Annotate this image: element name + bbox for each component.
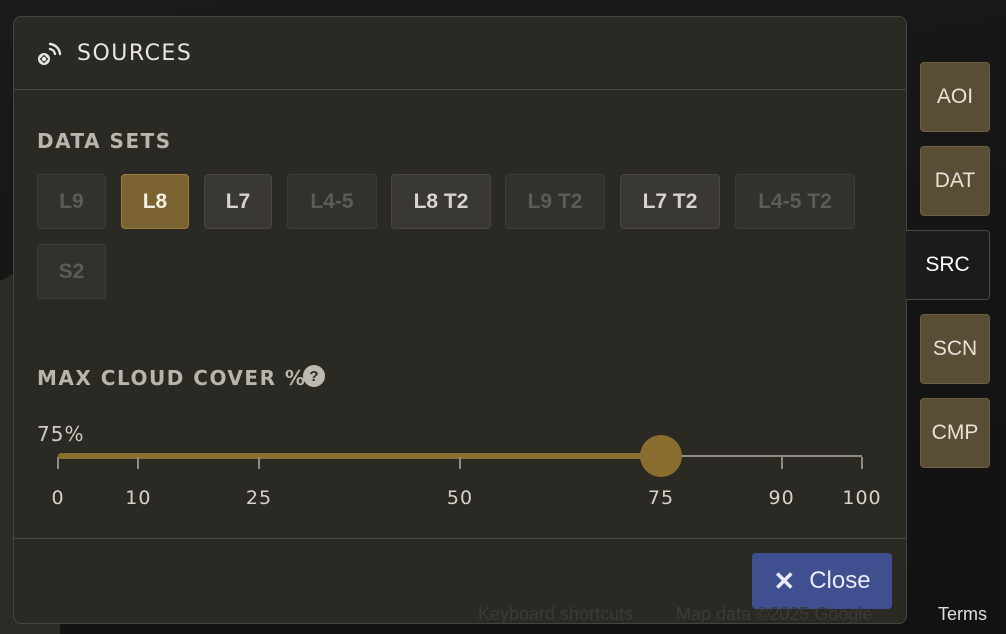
slider-handle[interactable] <box>640 435 682 477</box>
dataset-button-l9-t2[interactable]: L9 T2 <box>505 174 605 229</box>
dataset-button-l8-t2[interactable]: L8 T2 <box>391 174 491 229</box>
side-tab-cmp[interactable]: CMP <box>920 398 990 468</box>
sources-panel: SOURCES DATA SETS L9 L8 L7 L4-5 L8 T2 L9 T2 L7… <box>13 16 907 624</box>
satellite-icon <box>38 42 62 65</box>
panel-header: SOURCES <box>14 17 906 90</box>
slider-tick-label: 100 <box>842 487 882 509</box>
slider-tick <box>459 457 461 469</box>
map-data-attribution: Map data ©2025 Google <box>676 604 873 624</box>
slider-tick-label: 0 <box>51 487 65 509</box>
slider-fill <box>58 453 661 459</box>
terms-link[interactable]: Terms <box>938 604 987 630</box>
slider-tick-label: 10 <box>125 487 152 509</box>
dataset-button-l4-5[interactable]: L4-5 <box>287 174 377 229</box>
slider-tick-label: 75 <box>647 487 675 509</box>
dataset-button-s2[interactable]: S2 <box>37 244 106 299</box>
dataset-button-l8[interactable]: L8 <box>121 174 189 229</box>
side-tab-src[interactable]: SRC <box>906 230 990 300</box>
dataset-button-l4-5-t2[interactable]: L4-5 T2 <box>735 174 855 229</box>
slider-tick <box>258 457 260 469</box>
dataset-button-l7[interactable]: L7 <box>204 174 272 229</box>
slider-tick <box>780 457 783 469</box>
dataset-button-l9[interactable]: L9 <box>37 174 106 229</box>
map-background: SOURCES DATA SETS L9 L8 L7 L4-5 L8 T2 L9 T2 L7… <box>0 0 1006 634</box>
slider-tick <box>137 457 140 469</box>
cloud-cover-value: 75% <box>37 422 85 446</box>
close-icon: ✕ <box>773 565 796 596</box>
close-button[interactable]: ✕ Close <box>752 553 892 609</box>
side-tab-aoi[interactable]: AOI <box>920 62 990 132</box>
side-tab-dat[interactable]: DAT <box>920 146 990 216</box>
dataset-button-l7-t2[interactable]: L7 T2 <box>620 174 720 229</box>
slider-tick-label: 25 <box>245 487 273 509</box>
slider-tick <box>57 457 59 469</box>
footer-divider <box>14 538 906 539</box>
keyboard-shortcuts-link[interactable]: Keyboard shortcuts <box>478 604 633 630</box>
side-tab-scn[interactable]: SCN <box>920 314 990 384</box>
datasets-label: DATA SETS <box>37 129 172 153</box>
close-label: Close <box>809 567 871 594</box>
cloud-cover-label: MAX CLOUD COVER % <box>37 366 307 390</box>
slider-tick <box>861 457 863 469</box>
help-icon[interactable]: ? <box>303 365 325 387</box>
cloud-cover-slider[interactable]: 0 10 25 50 75 90 100 <box>51 435 881 509</box>
panel-title: SOURCES <box>77 41 193 66</box>
slider-tick-label: 50 <box>446 487 474 509</box>
slider-tick-label: 90 <box>768 487 795 509</box>
